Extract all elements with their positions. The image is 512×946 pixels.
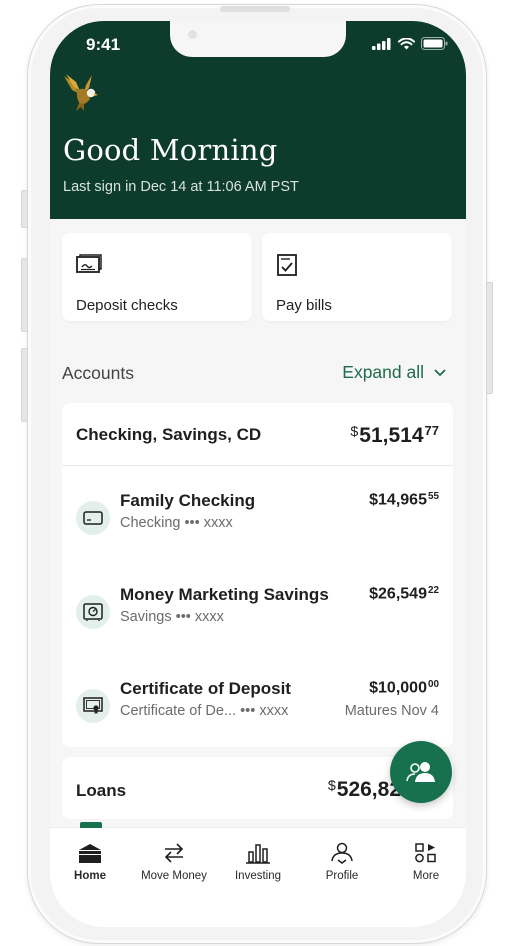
maturity-note: Matures Nov 4: [344, 703, 439, 719]
app-screen: 9:41 Good Morning Last sign in Dec 14 at…: [50, 21, 466, 927]
deposit-checks-button[interactable]: Deposit checks: [62, 233, 252, 321]
account-subtitle: Checking ••• xxxx: [120, 515, 233, 531]
status-time: 9:41: [86, 35, 121, 54]
account-row-money-market-savings[interactable]: Money Marketing Savings Savings ••• xxxx…: [62, 585, 453, 685]
balance-cents: 00: [427, 679, 439, 690]
cellular-signal-icon: [372, 37, 391, 50]
last-sign-in-text: Last sign in Dec 14 at 11:06 AM PST: [63, 179, 299, 195]
deposit-checks-label: Deposit checks: [76, 297, 178, 314]
wifi-icon: [398, 37, 415, 49]
chevron-down-icon: [434, 368, 446, 376]
account-name: Money Marketing Savings: [120, 585, 329, 604]
account-name: Certificate of Deposit: [120, 679, 291, 698]
profile-icon: [331, 842, 353, 864]
currency-symbol: $: [350, 424, 359, 441]
accounts-section-title: Accounts: [62, 363, 134, 383]
loans-total: $526,82: [328, 778, 401, 802]
currency-symbol: $: [327, 778, 336, 795]
nav-label: Investing: [234, 870, 282, 882]
bill-icon: [277, 254, 297, 276]
accounts-card: Checking, Savings, CD $51,51477 Family C…: [62, 403, 453, 747]
phone-speaker: [220, 6, 290, 12]
balance-whole: $10,000: [369, 679, 427, 697]
active-tab-indicator: [80, 822, 102, 828]
pay-bills-label: Pay bills: [276, 297, 332, 314]
nav-label: Home: [74, 870, 106, 882]
expand-all-label: Expand all: [342, 362, 424, 382]
balance-whole: $14,965: [369, 491, 427, 509]
account-balance: $10,00000: [369, 679, 439, 697]
group-total-whole: 51,514: [359, 424, 424, 448]
account-subtitle: Savings ••• xxxx: [120, 609, 224, 625]
account-group-header[interactable]: Checking, Savings, CD $51,51477: [62, 403, 453, 466]
advisor-fab-button[interactable]: [390, 741, 452, 803]
loans-title: Loans: [76, 781, 127, 800]
balance-cents: 22: [427, 585, 439, 596]
account-name: Family Checking: [120, 491, 256, 510]
battery-icon: [421, 37, 448, 50]
pay-bills-button[interactable]: Pay bills: [262, 233, 452, 321]
nav-profile[interactable]: Profile: [302, 842, 382, 882]
greeting-title: Good Morning: [63, 133, 278, 167]
nav-label: More: [412, 870, 440, 882]
grid-icon: [415, 843, 436, 863]
expand-all-button[interactable]: Expand all: [342, 362, 446, 383]
status-icons: [372, 37, 448, 50]
phone-button-silent: [21, 190, 28, 228]
nav-label: Move Money: [141, 870, 207, 882]
account-group-total: $51,51477: [350, 423, 439, 448]
eagle-logo-icon: [64, 74, 98, 111]
nav-more[interactable]: More: [386, 842, 466, 882]
account-group-title: Checking, Savings, CD: [76, 425, 262, 444]
people-icon: [406, 762, 435, 782]
check-deposit-icon: [76, 254, 102, 273]
certificate-icon: [76, 689, 110, 723]
phone-button-volume-up: [21, 258, 28, 332]
nav-move-money[interactable]: Move Money: [134, 842, 214, 882]
home-icon: [79, 844, 101, 863]
bottom-nav: Home Move Money Investing Profile More: [50, 822, 466, 927]
bar-chart-icon: [246, 844, 270, 864]
safe-icon: [76, 595, 110, 629]
nav-home[interactable]: Home: [50, 842, 130, 882]
transfer-icon: [164, 843, 184, 863]
nav-investing[interactable]: Investing: [218, 842, 298, 882]
phone-button-power: [486, 282, 493, 394]
card-icon: [76, 501, 110, 535]
group-total-cents: 77: [424, 423, 439, 438]
account-row-family-checking[interactable]: Family Checking Checking ••• xxxx $14,96…: [62, 491, 453, 591]
nav-label: Profile: [325, 870, 359, 882]
notch: [170, 21, 346, 57]
app-header: 9:41 Good Morning Last sign in Dec 14 at…: [50, 21, 466, 219]
balance-cents: 55: [427, 491, 439, 502]
account-balance: $14,96555: [369, 491, 439, 509]
balance-whole: $26,549: [369, 585, 427, 603]
account-balance: $26,54922: [369, 585, 439, 603]
phone-button-volume-down: [21, 348, 28, 422]
account-subtitle: Certificate of De... ••• xxxx: [120, 703, 289, 719]
camera-dot: [188, 30, 197, 39]
